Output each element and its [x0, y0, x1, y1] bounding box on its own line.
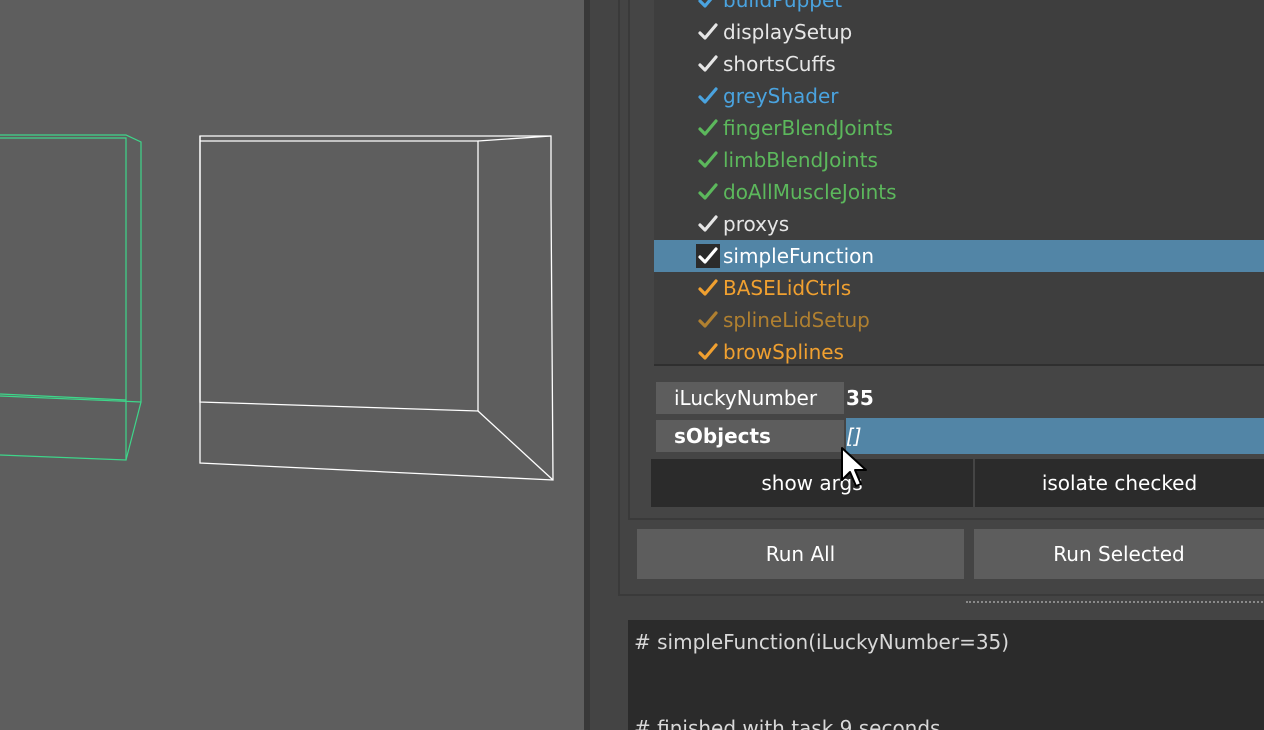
checkmark-icon	[698, 183, 718, 200]
checklist-item-label: buildPuppet	[723, 0, 843, 12]
checklist-item[interactable]: fingerBlendJoints	[654, 112, 1264, 144]
checkmark-icon	[698, 247, 718, 264]
checklist-item[interactable]: shortsCuffs	[654, 48, 1264, 80]
checklist-item-label: browSplines	[723, 340, 844, 364]
checklist-item[interactable]: proxys	[654, 208, 1264, 240]
arg-row-ilucky-number: iLuckyNumber 35	[652, 380, 1264, 416]
checklist-item-label: proxys	[723, 212, 790, 236]
checkmark-icon	[698, 87, 718, 104]
output-line: # simpleFunction(iLuckyNumber=35)	[634, 630, 1010, 654]
checklist-item-label: fingerBlendJoints	[723, 116, 894, 140]
checklist-item[interactable]: BASELidCtrls	[654, 272, 1264, 304]
checklist-item-label: greyShader	[723, 84, 839, 108]
run-all-button[interactable]: Run All	[637, 529, 964, 579]
checkmark-icon	[698, 119, 718, 136]
checklist-item[interactable]: browSplines	[654, 336, 1264, 364]
checklist-item-label: splineLidSetup	[723, 308, 870, 332]
checkmark-icon	[698, 55, 718, 72]
3d-viewport[interactable]	[0, 0, 584, 730]
checkbox[interactable]	[696, 212, 720, 236]
output-line: # finished with task 9 seconds	[634, 716, 941, 730]
checklist-item-label: BASELidCtrls	[723, 276, 852, 300]
arg-row-sobjects: sObjects []	[652, 418, 1264, 454]
checklist-item[interactable]: greyShader	[654, 80, 1264, 112]
checklist-item-label: limbBlendJoints	[723, 148, 878, 172]
checklist-item[interactable]: limbBlendJoints	[654, 144, 1264, 176]
checkmark-icon	[698, 215, 718, 232]
checkmark-icon	[698, 311, 718, 328]
run-selected-button[interactable]: Run Selected	[974, 529, 1264, 579]
checkbox[interactable]	[696, 52, 720, 76]
checklist-item-label: displaySetup	[723, 20, 853, 44]
output-log[interactable]: # simpleFunction(iLuckyNumber=35) # fini…	[628, 620, 1264, 730]
checkbox[interactable]	[696, 20, 720, 44]
white-wireframe-cube	[199, 135, 554, 481]
checkbox[interactable]	[696, 308, 720, 332]
checkbox[interactable]	[696, 340, 720, 364]
checkmark-icon	[698, 23, 718, 40]
viewport-wireframes	[0, 134, 554, 481]
checkbox[interactable]	[696, 148, 720, 172]
isolate-checked-button[interactable]: isolate checked	[975, 459, 1264, 507]
checkbox[interactable]	[696, 0, 720, 12]
checklist-item[interactable]: buildPuppet	[654, 0, 1264, 16]
checklist-item-label: doAllMuscleJoints	[723, 180, 897, 204]
checkmark-icon	[698, 279, 718, 296]
arg-name: iLuckyNumber	[656, 382, 844, 414]
checkbox[interactable]	[696, 180, 720, 204]
checkbox[interactable]	[696, 244, 720, 268]
arg-value-input[interactable]: []	[846, 418, 1264, 454]
show-args-button[interactable]: show args	[651, 459, 973, 507]
checklist-item[interactable]: simpleFunction	[654, 240, 1264, 272]
checkbox[interactable]	[696, 276, 720, 300]
checkbox[interactable]	[696, 116, 720, 140]
resize-grip[interactable]	[966, 601, 1264, 605]
checkmark-icon	[698, 151, 718, 168]
checklist-item[interactable]: displaySetup	[654, 16, 1264, 48]
green-wireframe-cube	[0, 134, 142, 461]
arg-value-input[interactable]: 35	[846, 380, 1264, 416]
checklist-item-label: simpleFunction	[723, 244, 875, 268]
arg-name: sObjects	[656, 420, 844, 452]
checklist-item-label: shortsCuffs	[723, 52, 836, 76]
checkbox[interactable]	[696, 84, 720, 108]
checklist-item[interactable]: splineLidSetup	[654, 304, 1264, 336]
checklist-item[interactable]: doAllMuscleJoints	[654, 176, 1264, 208]
checkmark-icon	[698, 343, 718, 360]
mouse-cursor-icon	[841, 447, 867, 487]
function-checklist[interactable]: buildPuppet displaySetup shortsCuffs greySh…	[654, 0, 1264, 366]
checkmark-icon	[698, 0, 713, 8]
